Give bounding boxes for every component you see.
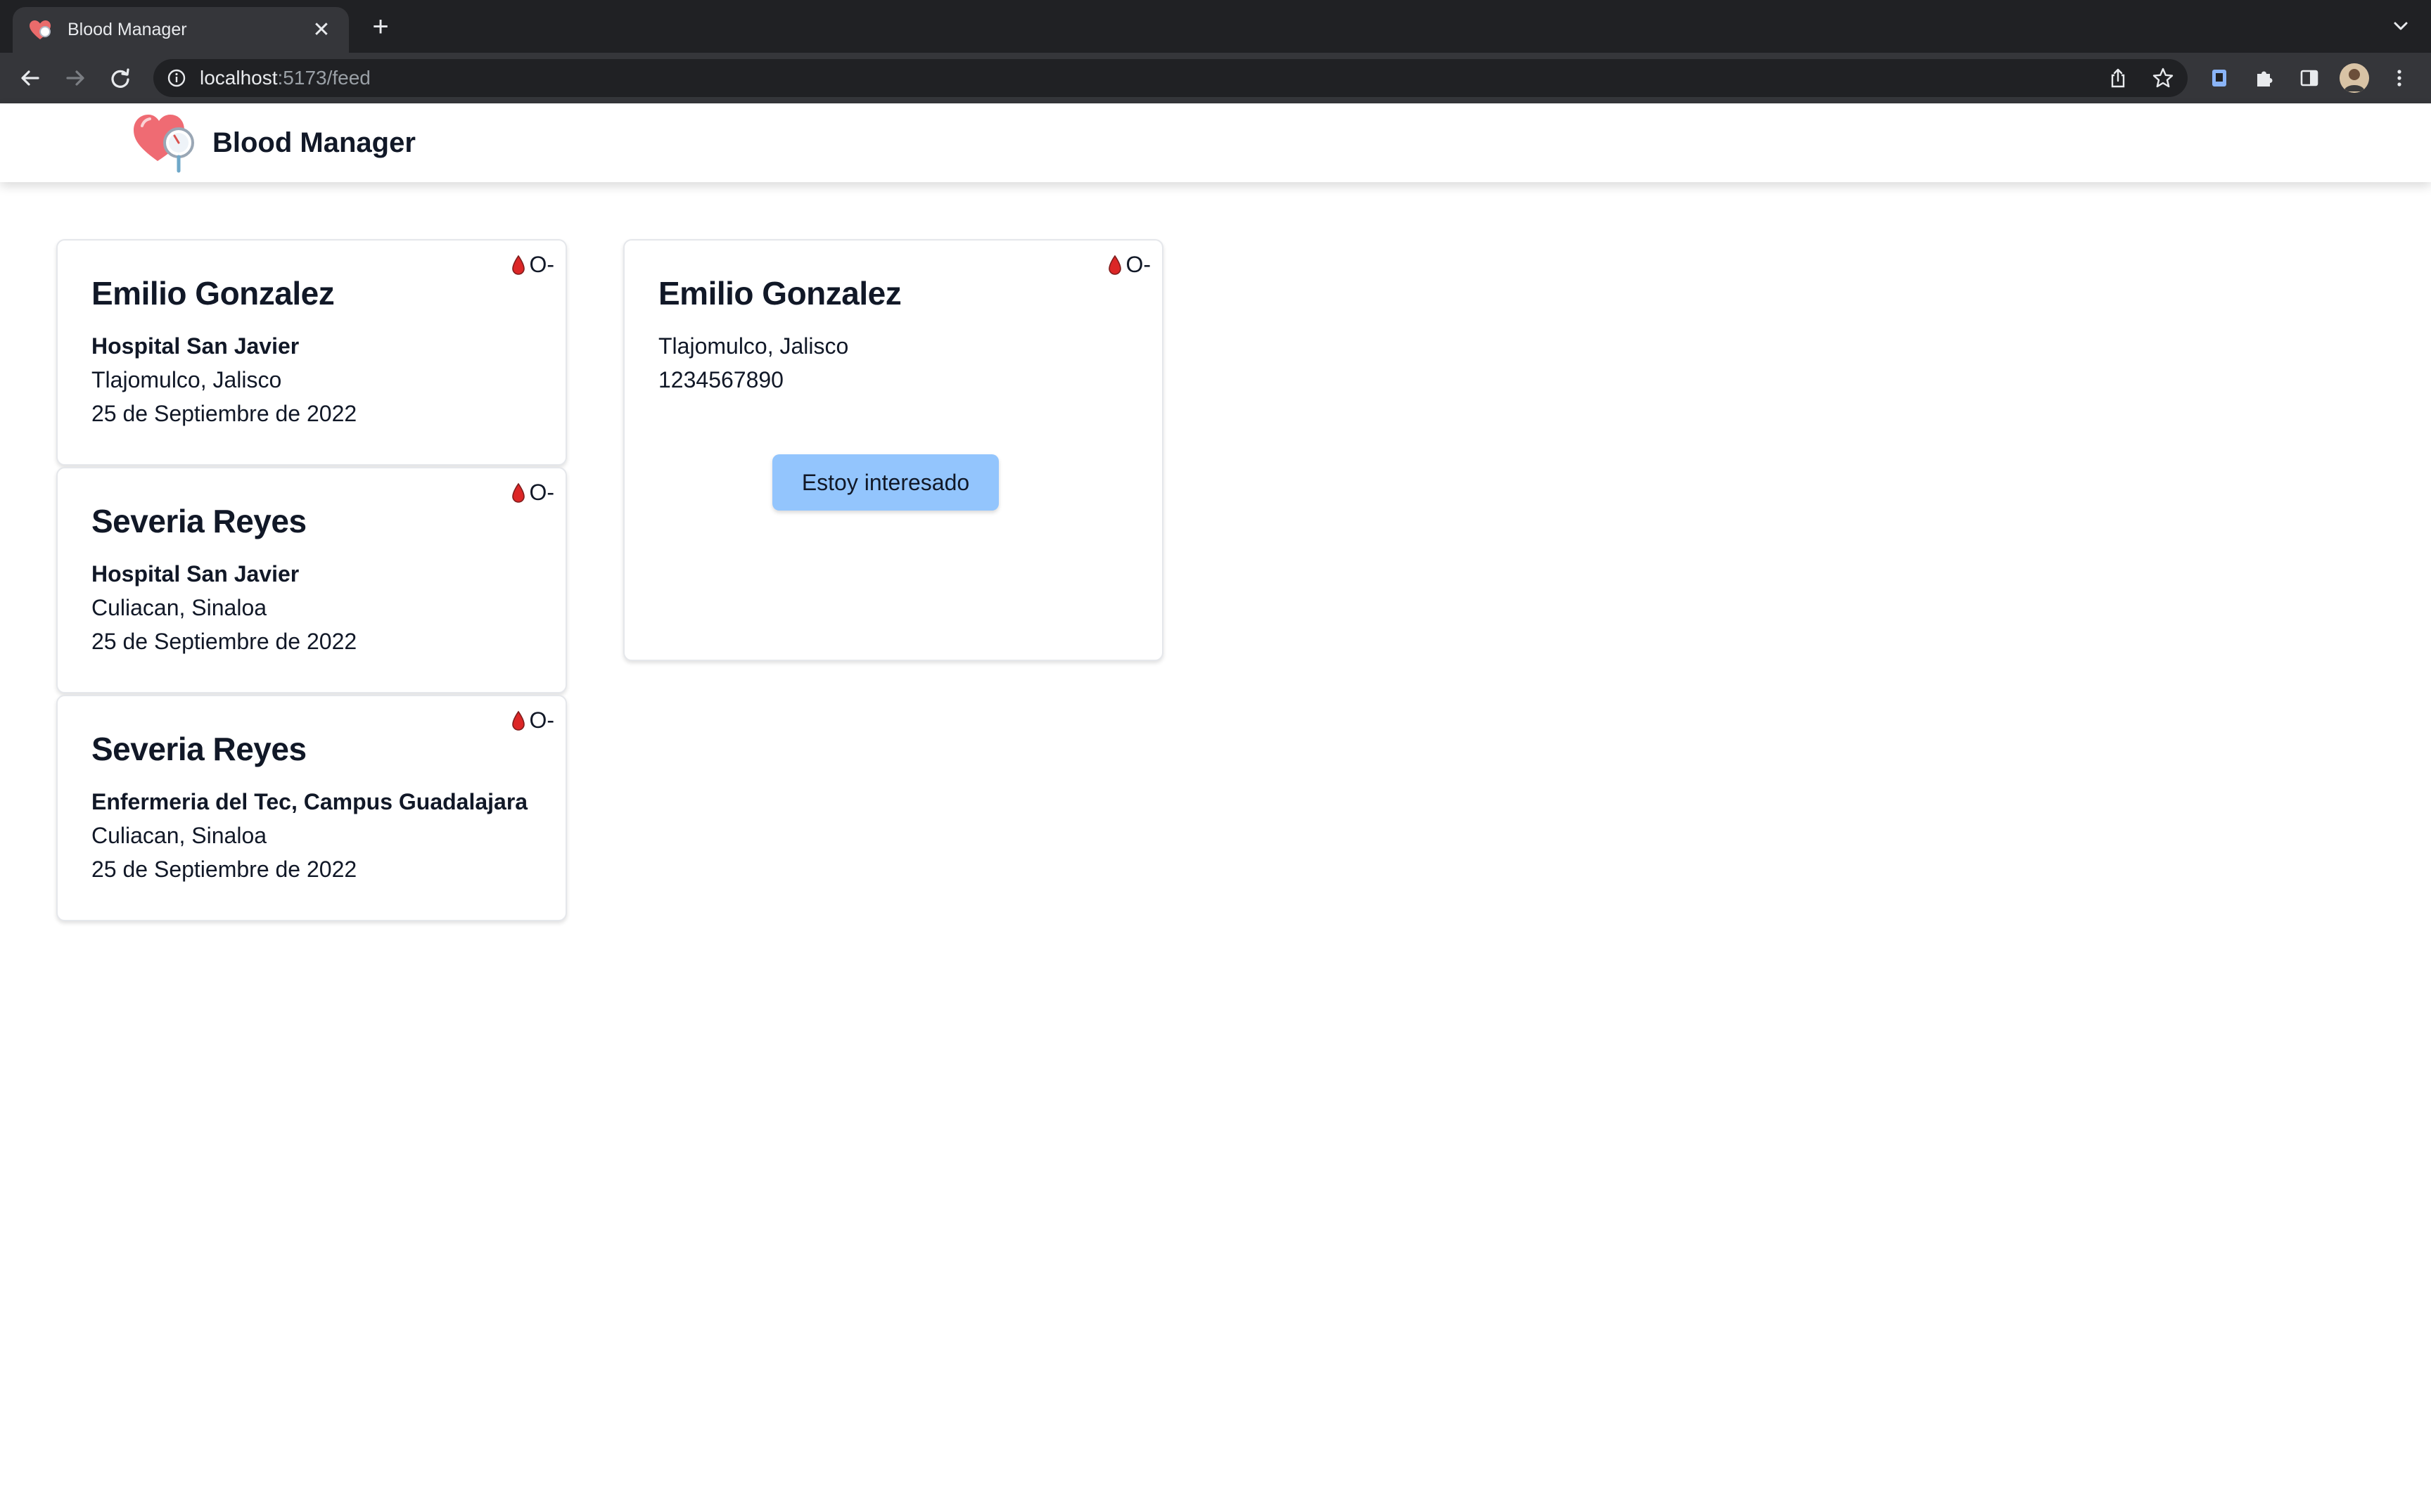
app-title: Blood Manager <box>212 127 416 158</box>
new-tab-icon[interactable]: + <box>366 13 395 42</box>
detail-requester-name: Emilio Gonzalez <box>658 275 902 312</box>
url-text: localhost:5173/feed <box>200 67 371 89</box>
browser-tab[interactable]: Blood Manager ✕ <box>13 7 349 53</box>
share-icon[interactable] <box>2103 63 2133 93</box>
date-text: 25 de Septiembre de 2022 <box>91 857 357 882</box>
back-arrow-icon[interactable] <box>15 63 45 93</box>
blood-drop-icon <box>512 255 525 275</box>
tab-search-chevron-icon[interactable] <box>2389 14 2413 38</box>
location-text: Culiacan, Sinaloa <box>91 595 267 620</box>
date-text: 25 de Septiembre de 2022 <box>91 629 357 654</box>
requester-name: Severia Reyes <box>91 731 307 767</box>
browser-menu-icon[interactable] <box>2385 63 2414 93</box>
hospital-name: Enfermeria del Tec, Campus Guadalajara <box>91 789 528 814</box>
blood-drop-icon <box>512 482 525 503</box>
app-header: Blood Manager <box>0 103 2431 182</box>
donation-request-card[interactable]: O- Severia Reyes Hospital San Javier Cul… <box>56 467 567 693</box>
reload-icon[interactable] <box>106 63 135 93</box>
requester-name: Severia Reyes <box>91 503 307 539</box>
blood-type-badge: O- <box>1107 252 1151 278</box>
tab-strip: Blood Manager ✕ + <box>0 0 2431 53</box>
forward-arrow-icon[interactable] <box>60 63 90 93</box>
browser-toolbar: localhost:5173/feed <box>0 53 2431 103</box>
detail-location-text: Tlajomulco, Jalisco <box>658 333 849 359</box>
hospital-name: Hospital San Javier <box>91 333 300 359</box>
blood-drop-icon <box>512 710 525 731</box>
tab-title: Blood Manager <box>68 20 187 39</box>
blood-drop-icon <box>1109 255 1122 275</box>
side-panel-icon[interactable] <box>2295 63 2324 93</box>
bookmark-star-icon[interactable] <box>2148 63 2178 93</box>
site-info-icon[interactable] <box>166 68 187 89</box>
profile-avatar[interactable] <box>2340 63 2369 93</box>
donation-request-card[interactable]: O- Severia Reyes Enfermeria del Tec, Cam… <box>56 695 567 921</box>
donation-request-card[interactable]: O- Emilio Gonzalez Hospital San Javier T… <box>56 239 567 466</box>
address-bar[interactable]: localhost:5173/feed <box>153 59 2188 97</box>
blood-type-badge: O- <box>511 252 554 278</box>
heart-favicon-icon <box>28 18 52 42</box>
tab-close-icon[interactable]: ✕ <box>310 18 333 42</box>
detail-phone-text: 1234567890 <box>658 367 784 392</box>
blood-type-badge: O- <box>511 480 554 506</box>
heart-stethoscope-logo-icon[interactable] <box>131 110 198 175</box>
extensions-puzzle-icon[interactable] <box>2250 63 2279 93</box>
requester-name: Emilio Gonzalez <box>91 275 335 312</box>
hospital-name: Hospital San Javier <box>91 561 300 587</box>
interested-button[interactable]: Estoy interesado <box>772 454 999 511</box>
extension-icon[interactable] <box>2205 63 2234 93</box>
location-text: Tlajomulco, Jalisco <box>91 367 282 392</box>
request-detail-card: O- Emilio Gonzalez Tlajomulco, Jalisco 1… <box>623 239 1163 661</box>
date-text: 25 de Septiembre de 2022 <box>91 401 357 426</box>
location-text: Culiacan, Sinaloa <box>91 823 267 848</box>
browser-chrome: Blood Manager ✕ + localhost:5173/feed <box>0 0 2431 103</box>
blood-type-badge: O- <box>511 707 554 733</box>
